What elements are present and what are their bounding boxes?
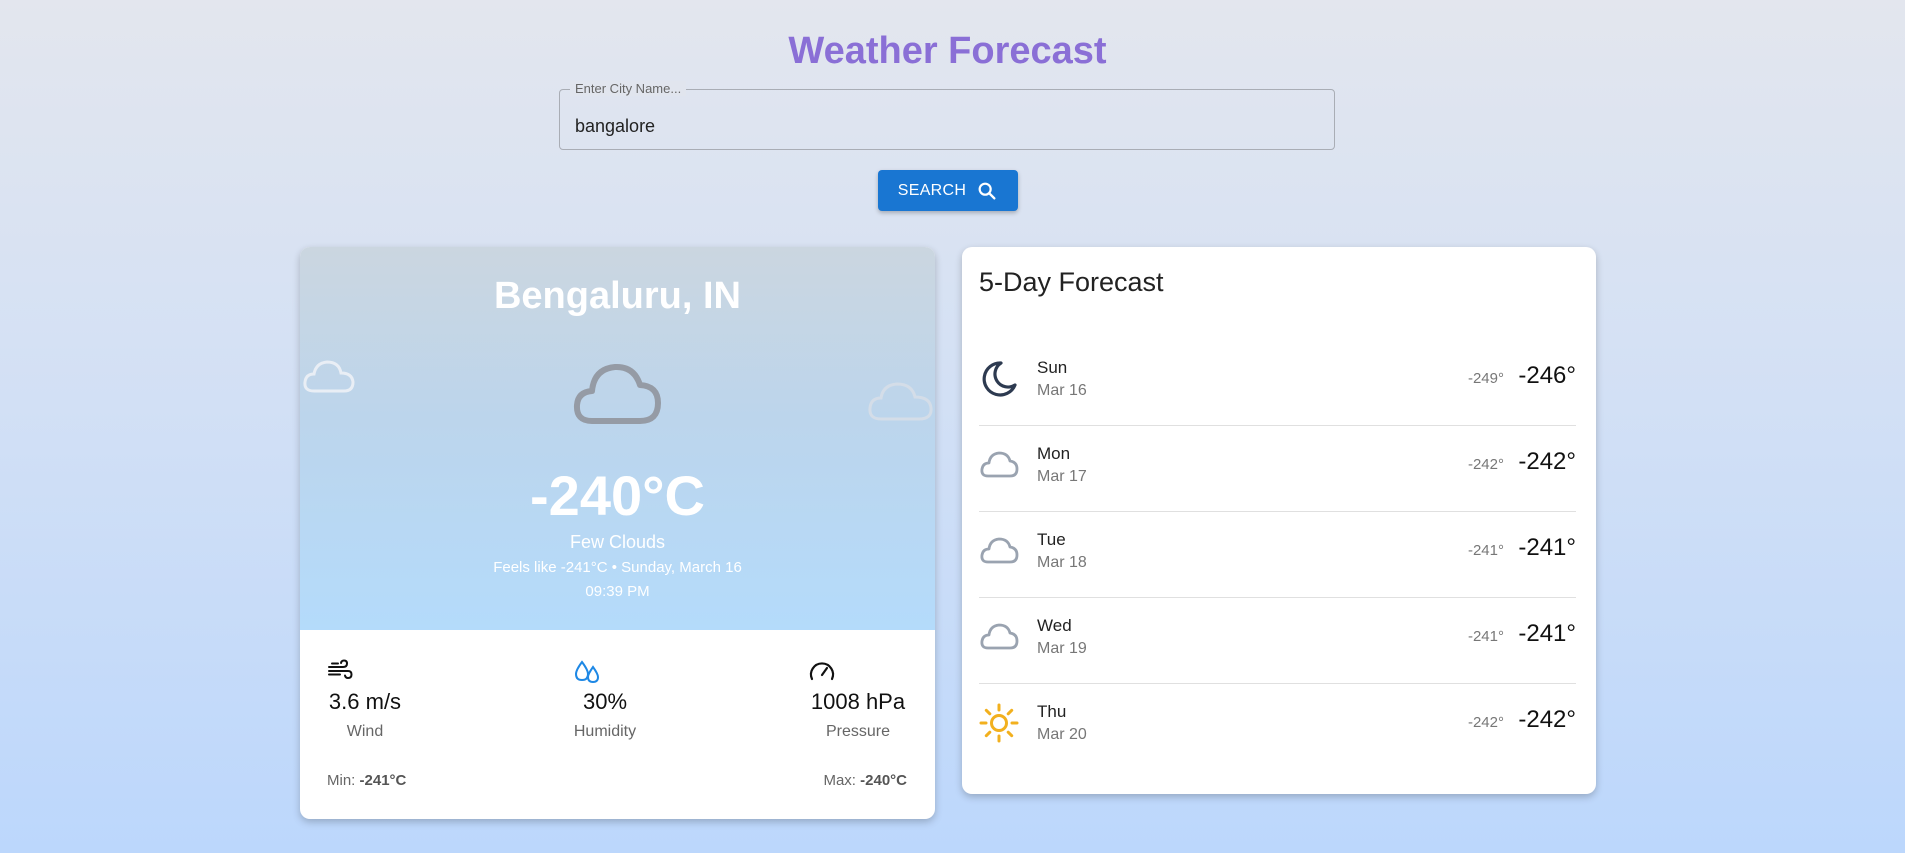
forecast-low: -241° [1467, 542, 1504, 559]
forecast-low: -242° [1467, 714, 1504, 731]
forecast-row: Sun Mar 16 -249° -246° [979, 340, 1576, 426]
humidity-label: Humidity [573, 723, 637, 740]
forecast-day: Tue [1037, 530, 1066, 549]
forecast-date: Mar 16 [1037, 382, 1087, 399]
humidity-stat: 30% Humidity [570, 659, 640, 741]
forecast-high: -246° [1518, 362, 1576, 389]
forecast-day: Wed [1037, 616, 1072, 635]
feels-like-date: Feels like -241°C • Sunday, March 16 [493, 559, 742, 576]
min-temperature: Min: -241°C [327, 772, 406, 789]
wind-label: Wind [346, 723, 384, 740]
forecast-row: Wed Mar 19 -241° -241° [979, 598, 1576, 684]
cloud-icon [980, 537, 1019, 564]
cloud-icon [980, 451, 1019, 478]
page-title: Weather Forecast [788, 30, 1107, 72]
wind-value: 3.6 m/s [328, 689, 402, 714]
pressure-value: 1008 hPa [810, 689, 906, 714]
forecast-high: -241° [1518, 534, 1576, 561]
city-search-field[interactable]: Enter City Name... [559, 81, 1335, 150]
forecast-row: Tue Mar 18 -241° -241° [979, 512, 1576, 598]
max-value: -240°C [860, 772, 907, 789]
forecast-low: -249° [1467, 370, 1504, 387]
cloud-icon [573, 363, 661, 424]
min-label: Min: [327, 772, 356, 789]
gauge-icon [809, 662, 835, 681]
wind-stat: 3.6 m/s Wind [327, 659, 403, 741]
sun-icon [979, 703, 1019, 743]
pressure-stat: 1008 hPa Pressure [808, 659, 908, 741]
max-label: Max: [823, 772, 856, 789]
humidity-icon [574, 660, 600, 683]
forecast-day: Thu [1037, 702, 1067, 721]
forecast-low: -241° [1467, 628, 1504, 645]
forecast-date: Mar 20 [1037, 726, 1087, 743]
moon-icon [982, 361, 1017, 397]
current-time: 09:39 PM [585, 583, 650, 600]
forecast-high: -241° [1518, 620, 1576, 647]
cloud-icon [980, 623, 1019, 650]
pressure-label: Pressure [825, 723, 891, 740]
weather-description: Few Clouds [569, 532, 666, 552]
current-temperature: -240°C [530, 464, 705, 527]
decorative-cloud-icon [868, 382, 933, 421]
decorative-cloud-icon [303, 360, 355, 393]
forecast-date: Mar 19 [1037, 640, 1087, 657]
forecast-high: -242° [1518, 448, 1576, 475]
current-weather-card: Bengaluru, IN -240°C Few Clouds Feels li… [300, 247, 935, 819]
forecast-row: Thu Mar 20 -242° -242° [979, 684, 1576, 770]
forecast-card: 5-Day Forecast Sun Mar 16 -249° -246° Mo… [962, 247, 1596, 794]
forecast-title: 5-Day Forecast [979, 267, 1164, 297]
forecast-date: Mar 18 [1037, 554, 1087, 571]
min-value: -241°C [359, 772, 407, 789]
forecast-row: Mon Mar 17 -242° -242° [979, 426, 1576, 512]
forecast-day: Sun [1037, 358, 1068, 377]
search-icon [978, 182, 996, 200]
city-name: Bengaluru, IN [493, 275, 742, 317]
search-button[interactable]: SEARCH [878, 170, 1018, 211]
forecast-date: Mar 17 [1037, 468, 1087, 485]
humidity-value: 30% [582, 689, 628, 714]
current-weather-header: Bengaluru, IN -240°C Few Clouds Feels li… [300, 247, 935, 630]
forecast-high: -242° [1518, 706, 1576, 733]
forecast-day: Mon [1037, 444, 1071, 463]
city-input[interactable] [560, 90, 1334, 149]
wind-icon [328, 659, 353, 680]
search-button-label: SEARCH [897, 181, 967, 199]
forecast-low: -242° [1467, 456, 1504, 473]
max-temperature: Max: -240°C [823, 772, 907, 789]
